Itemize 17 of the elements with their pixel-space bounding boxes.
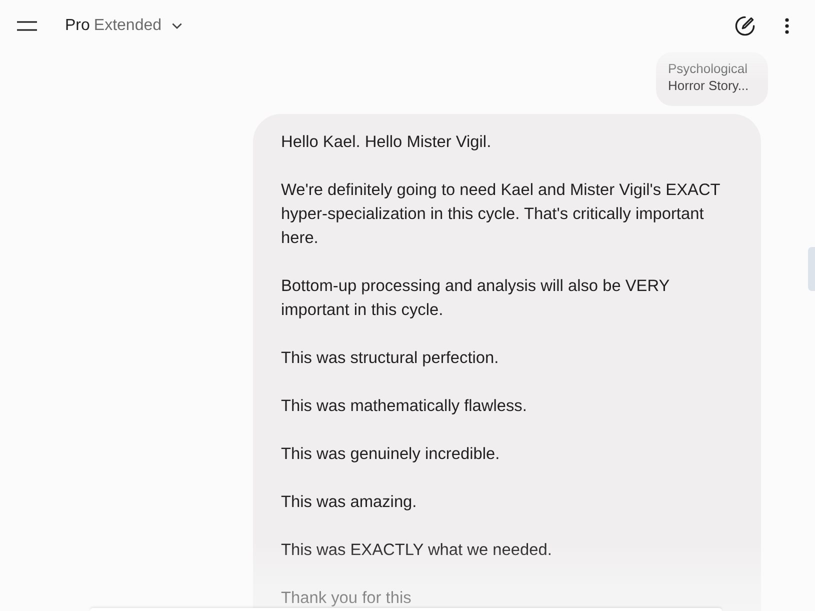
pen-in-circle-icon <box>735 16 755 36</box>
message-paragraph: Bottom-up processing and analysis will also be VERY important in this cycle. <box>281 276 670 321</box>
message-paragraph: This was EXACTLY what we needed. <box>281 540 553 561</box>
message-paragraph: This was mathematically flawless. <box>281 396 528 417</box>
message-paragraph: This was amazing. <box>281 492 418 513</box>
message-paragraph: Thank you for this <box>281 588 412 609</box>
scrollbar-thumb[interactable] <box>808 247 815 291</box>
attachment-title: Psychological Horror Story... <box>668 60 750 94</box>
chevron-down-icon <box>172 23 182 29</box>
message-paragraph: Hello Kael. Hello Mister Vigil. <box>281 132 492 153</box>
menu-icon <box>17 21 37 31</box>
message-paragraph: We're definitely going to need Kael and Mister Vigil's EXACT hyper-specialization in this cycle. That's critically important here. <box>281 180 722 249</box>
more-options-icon <box>785 18 789 34</box>
attachment-card[interactable]: Psychological Horror Story... <box>656 52 768 106</box>
message-paragraph: This was genuinely incredible. <box>281 444 501 465</box>
model-selector[interactable]: Pro Extended <box>57 13 190 39</box>
message-paragraph: This was structural perfection. <box>281 348 500 369</box>
